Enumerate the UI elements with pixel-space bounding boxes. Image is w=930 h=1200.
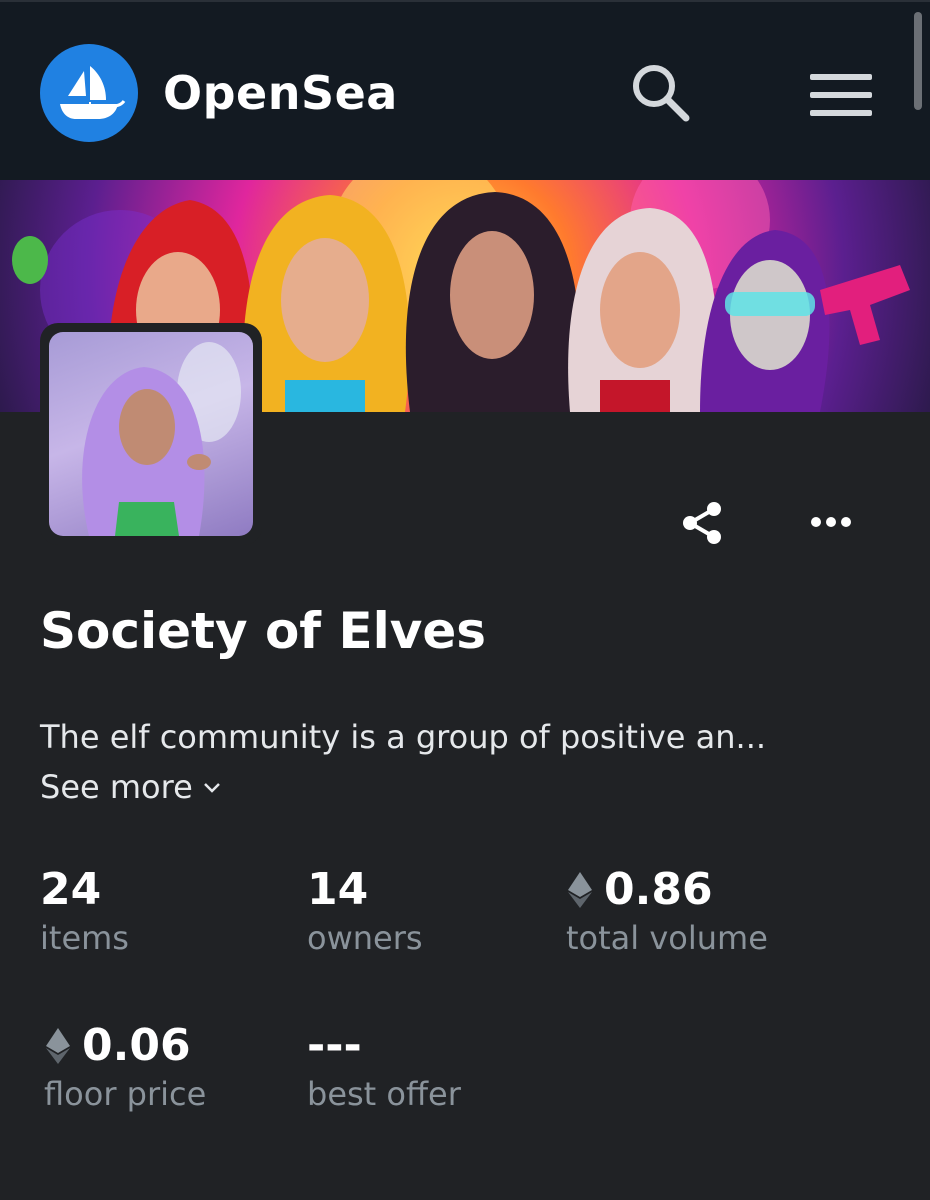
collection-description: The elf community is a group of positive… (40, 718, 767, 756)
scrollbar[interactable] (914, 12, 922, 110)
eth-icon (568, 871, 592, 908)
search-button[interactable] (628, 60, 694, 126)
opensea-logo[interactable] (40, 44, 138, 142)
stat-label: floor price (44, 1075, 207, 1113)
hamburger-menu-icon (810, 74, 872, 116)
more-options-button[interactable] (806, 508, 856, 536)
menu-button[interactable] (808, 72, 874, 118)
top-navbar: OpenSea (0, 0, 930, 180)
sailboat-logo-icon (60, 66, 126, 119)
eth-icon (46, 1027, 70, 1064)
stat-floor-price[interactable]: 0.06 floor price (44, 1020, 206, 1113)
stat-label: items (40, 919, 129, 957)
stat-label: owners (307, 919, 423, 957)
stat-value: 14 (307, 864, 369, 915)
collection-avatar-image (49, 332, 253, 536)
stat-total-volume[interactable]: 0.86 total volume (566, 864, 768, 957)
see-more-button[interactable]: See more (40, 768, 223, 806)
brand-name[interactable]: OpenSea (163, 66, 398, 120)
share-icon (683, 502, 721, 544)
collection-title: Society of Elves (40, 602, 487, 660)
more-options-icon (811, 517, 851, 527)
stat-label: best offer (307, 1075, 461, 1113)
chevron-down-icon (203, 783, 220, 793)
stat-value: 0.86 (604, 864, 713, 915)
see-more-label: See more (40, 768, 193, 806)
share-button[interactable] (680, 500, 726, 546)
search-icon (633, 65, 690, 122)
page: OpenSea Society of Elves The elf communi… (0, 0, 930, 1200)
stat-best-offer[interactable]: --- best offer (307, 1020, 461, 1113)
stat-owners[interactable]: 14 owners (307, 864, 423, 957)
stat-label: total volume (566, 919, 768, 957)
stat-value: 24 (40, 864, 102, 915)
stat-items[interactable]: 24 items (40, 864, 129, 957)
stat-value: 0.06 (82, 1020, 191, 1071)
stat-value: --- (307, 1020, 362, 1071)
collection-avatar[interactable] (40, 323, 262, 545)
